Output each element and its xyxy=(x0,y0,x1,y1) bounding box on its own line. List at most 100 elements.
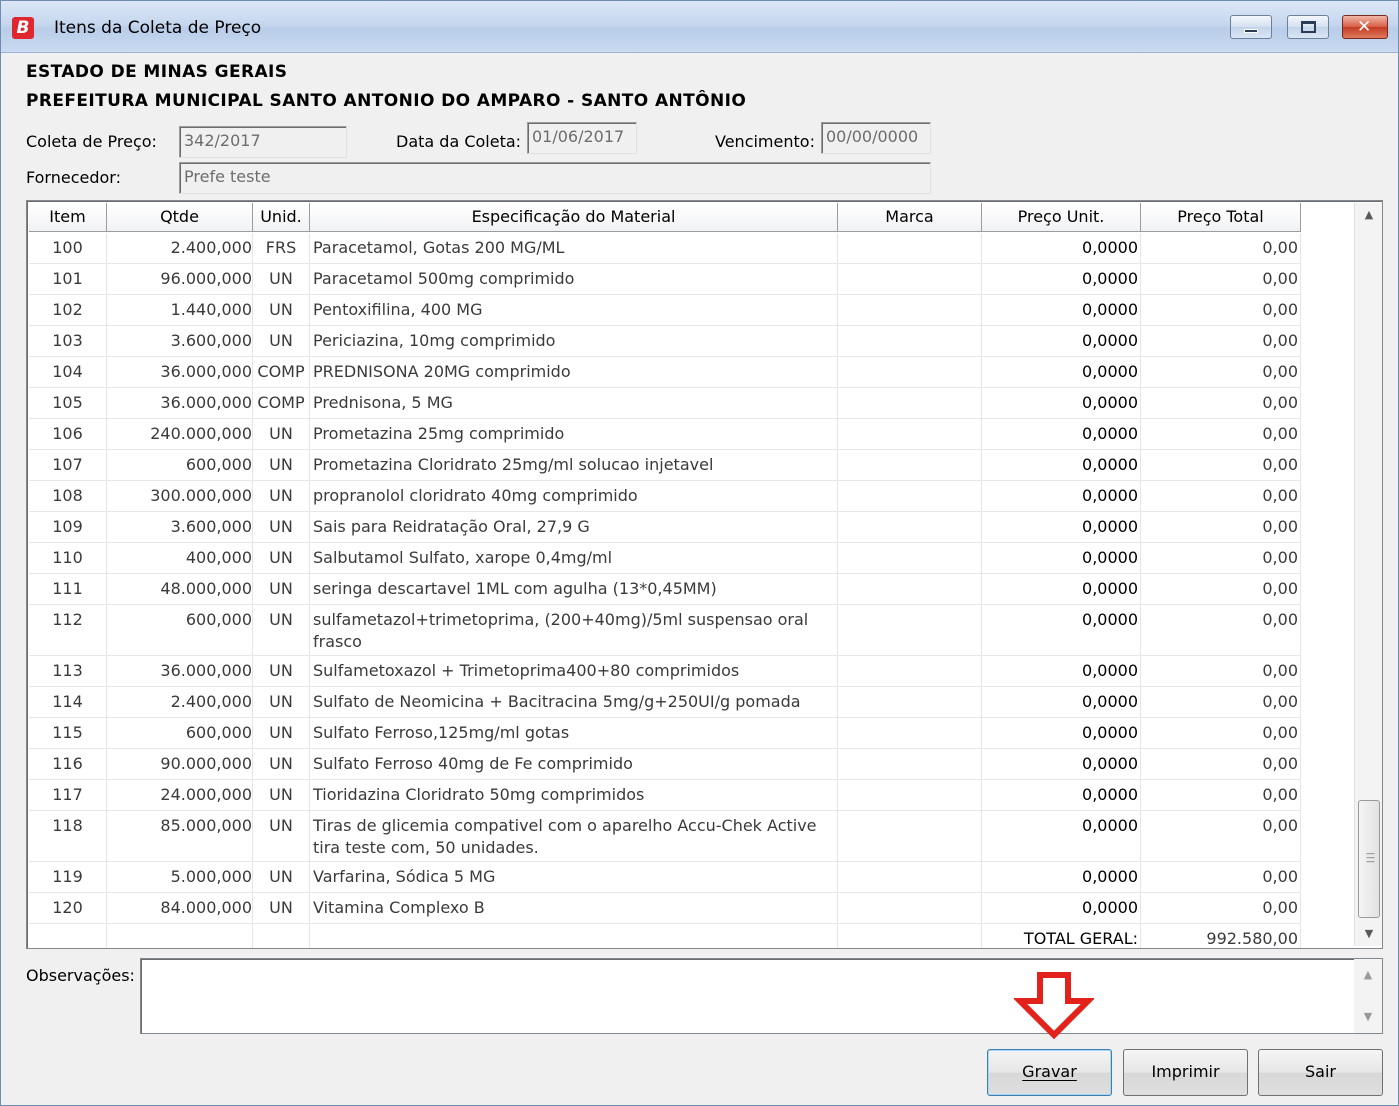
cell-unid[interactable]: UN xyxy=(253,862,310,892)
cell-spec[interactable]: Vitamina Complexo B xyxy=(310,893,838,923)
cell-unit-price[interactable]: 0,0000 xyxy=(982,656,1141,686)
cell-spec[interactable]: Prednisona, 5 MG xyxy=(310,388,838,418)
table-row[interactable]: 104 36.000,000 COMP PREDNISONA 20MG comprim… xyxy=(29,357,1301,388)
cell-unid[interactable]: UN xyxy=(253,811,310,861)
table-row[interactable]: 101 96.000,000 UN Paracetamol 500mg comprim… xyxy=(29,264,1301,295)
cell-qtde[interactable]: 2.400,000 xyxy=(107,233,253,263)
cell-total-price[interactable]: 0,00 xyxy=(1141,574,1301,604)
obs-scroll-down-icon[interactable]: ▼ xyxy=(1354,1005,1382,1029)
cell-spec[interactable]: Prometazina 25mg comprimido xyxy=(310,419,838,449)
cell-marca[interactable] xyxy=(838,481,982,511)
coleta-field[interactable]: 342/2017 xyxy=(179,126,347,158)
fornecedor-field[interactable]: Prefe teste xyxy=(179,162,931,194)
cell-spec[interactable]: Sais para Reidratação Oral, 27,9 G xyxy=(310,512,838,542)
cell-unid[interactable]: UN xyxy=(253,687,310,717)
cell-unid[interactable]: UN xyxy=(253,326,310,356)
cell-total-price[interactable]: 0,00 xyxy=(1141,862,1301,892)
cell-unit-price[interactable]: 0,0000 xyxy=(982,687,1141,717)
cell-unit-price[interactable]: 0,0000 xyxy=(982,481,1141,511)
cell-spec[interactable]: seringa descartavel 1ML com agulha (13*0… xyxy=(310,574,838,604)
cell-qtde[interactable]: 600,000 xyxy=(107,718,253,748)
cell-unit-price[interactable]: 0,0000 xyxy=(982,357,1141,387)
cell-marca[interactable] xyxy=(838,605,982,655)
cell-spec[interactable]: propranolol cloridrato 40mg comprimido xyxy=(310,481,838,511)
cell-qtde[interactable]: 240.000,000 xyxy=(107,419,253,449)
cell-qtde[interactable]: 84.000,000 xyxy=(107,893,253,923)
maximize-button[interactable] xyxy=(1287,15,1329,39)
cell-unid[interactable]: COMP xyxy=(253,357,310,387)
cell-qtde[interactable]: 400,000 xyxy=(107,543,253,573)
cell-unid[interactable]: UN xyxy=(253,605,310,655)
col-header-item[interactable]: Item xyxy=(29,203,107,232)
cell-spec[interactable]: Varfarina, Sódica 5 MG xyxy=(310,862,838,892)
col-header-unit-price[interactable]: Preço Unit. xyxy=(982,203,1141,232)
table-row[interactable]: 111 48.000,000 UN seringa descartavel 1ML c… xyxy=(29,574,1301,605)
sair-button[interactable]: Sair xyxy=(1258,1049,1383,1096)
col-header-spec[interactable]: Especificação do Material xyxy=(310,203,838,232)
cell-qtde[interactable]: 36.000,000 xyxy=(107,357,253,387)
table-row[interactable]: 100 2.400,000 FRS Paracetamol, Gotas 200 MG… xyxy=(29,233,1301,264)
cell-marca[interactable] xyxy=(838,811,982,861)
title-bar[interactable]: B Itens da Coleta de Preço ✕ xyxy=(1,1,1398,53)
table-row[interactable]: 110 400,000 UN Salbutamol Sulfato, xarope 0… xyxy=(29,543,1301,574)
cell-unit-price[interactable]: 0,0000 xyxy=(982,574,1141,604)
cell-unit-price[interactable]: 0,0000 xyxy=(982,295,1141,325)
cell-unit-price[interactable]: 0,0000 xyxy=(982,749,1141,779)
cell-total-price[interactable]: 0,00 xyxy=(1141,450,1301,480)
table-row[interactable]: 119 5.000,000 UN Varfarina, Sódica 5 MG 0,00… xyxy=(29,862,1301,893)
cell-qtde[interactable]: 3.600,000 xyxy=(107,512,253,542)
cell-qtde[interactable]: 36.000,000 xyxy=(107,656,253,686)
cell-unid[interactable]: UN xyxy=(253,656,310,686)
cell-item[interactable]: 120 xyxy=(29,893,107,923)
cell-marca[interactable] xyxy=(838,687,982,717)
cell-unit-price[interactable]: 0,0000 xyxy=(982,450,1141,480)
table-row[interactable]: 109 3.600,000 UN Sais para Reidratação Oral… xyxy=(29,512,1301,543)
cell-item[interactable]: 119 xyxy=(29,862,107,892)
col-header-marca[interactable]: Marca xyxy=(838,203,982,232)
cell-item[interactable]: 112 xyxy=(29,605,107,655)
cell-unit-price[interactable]: 0,0000 xyxy=(982,811,1141,861)
table-row[interactable]: 118 85.000,000 UN Tiras de glicemia compati… xyxy=(29,811,1301,862)
cell-unit-price[interactable]: 0,0000 xyxy=(982,862,1141,892)
table-row[interactable]: 105 36.000,000 COMP Prednisona, 5 MG 0,0000 0… xyxy=(29,388,1301,419)
cell-spec[interactable]: Sulfato Ferroso 40mg de Fe comprimido xyxy=(310,749,838,779)
cell-spec[interactable]: Sulfato Ferroso,125mg/ml gotas xyxy=(310,718,838,748)
cell-total-price[interactable]: 0,00 xyxy=(1141,481,1301,511)
cell-qtde[interactable]: 2.400,000 xyxy=(107,687,253,717)
cell-marca[interactable] xyxy=(838,512,982,542)
cell-total-price[interactable]: 0,00 xyxy=(1141,718,1301,748)
cell-unit-price[interactable]: 0,0000 xyxy=(982,388,1141,418)
cell-total-price[interactable]: 0,00 xyxy=(1141,357,1301,387)
col-header-unid[interactable]: Unid. xyxy=(253,203,310,232)
cell-spec[interactable]: Sulfato de Neomicina + Bacitracina 5mg/g… xyxy=(310,687,838,717)
cell-item[interactable]: 109 xyxy=(29,512,107,542)
scroll-thumb[interactable]: — — — xyxy=(1358,800,1380,918)
table-row[interactable]: 120 84.000,000 UN Vitamina Complexo B 0,0000… xyxy=(29,893,1301,924)
cell-unid[interactable]: FRS xyxy=(253,233,310,263)
cell-total-price[interactable]: 0,00 xyxy=(1141,656,1301,686)
cell-qtde[interactable]: 48.000,000 xyxy=(107,574,253,604)
cell-unit-price[interactable]: 0,0000 xyxy=(982,893,1141,923)
cell-marca[interactable] xyxy=(838,419,982,449)
cell-unid[interactable]: UN xyxy=(253,718,310,748)
table-row[interactable]: 112 600,000 UN sulfametazol+trimetoprima, (… xyxy=(29,605,1301,656)
cell-item[interactable]: 103 xyxy=(29,326,107,356)
observacoes-scrollbar[interactable]: ▲ ▼ xyxy=(1354,959,1382,1033)
table-row[interactable]: 113 36.000,000 UN Sulfametoxazol + Trimetop… xyxy=(29,656,1301,687)
cell-total-price[interactable]: 0,00 xyxy=(1141,893,1301,923)
cell-item[interactable]: 111 xyxy=(29,574,107,604)
cell-marca[interactable] xyxy=(838,893,982,923)
cell-total-price[interactable]: 0,00 xyxy=(1141,605,1301,655)
cell-qtde[interactable]: 24.000,000 xyxy=(107,780,253,810)
table-row[interactable]: 102 1.440,000 UN Pentoxifilina, 400 MG 0,000… xyxy=(29,295,1301,326)
cell-spec[interactable]: Paracetamol, Gotas 200 MG/ML xyxy=(310,233,838,263)
cell-qtde[interactable]: 36.000,000 xyxy=(107,388,253,418)
cell-total-price[interactable]: 0,00 xyxy=(1141,811,1301,861)
cell-marca[interactable] xyxy=(838,574,982,604)
cell-marca[interactable] xyxy=(838,450,982,480)
cell-qtde[interactable]: 300.000,000 xyxy=(107,481,253,511)
table-row[interactable]: 108 300.000,000 UN propranolol cloridrato 4… xyxy=(29,481,1301,512)
cell-unit-price[interactable]: 0,0000 xyxy=(982,605,1141,655)
cell-unid[interactable]: UN xyxy=(253,512,310,542)
cell-item[interactable]: 102 xyxy=(29,295,107,325)
